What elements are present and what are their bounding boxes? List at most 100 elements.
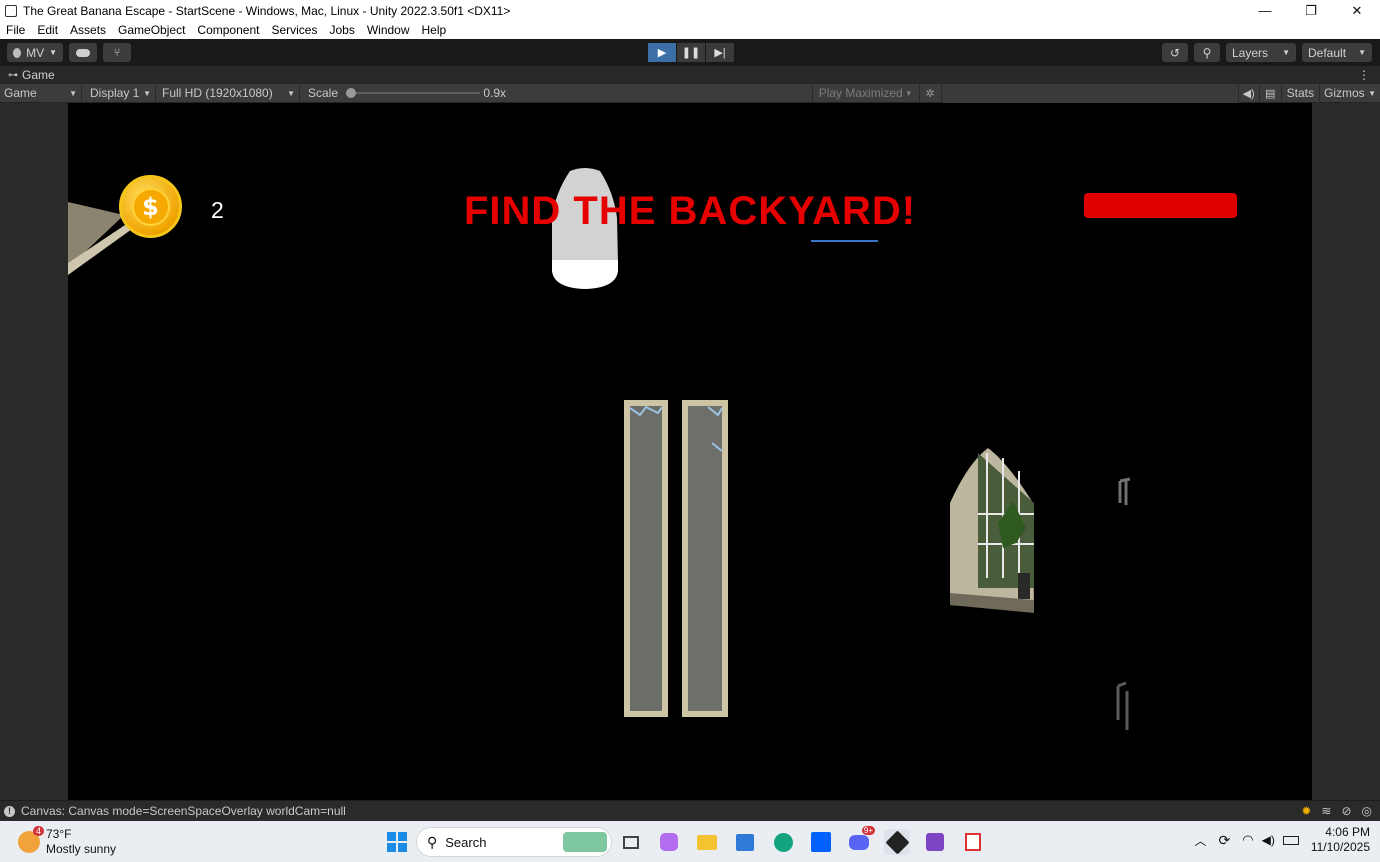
weather-condition: Mostly sunny <box>46 841 117 856</box>
menu-bar: File Edit Assets GameObject Component Se… <box>0 21 1380 39</box>
search-button[interactable]: ⚲ <box>1194 43 1220 62</box>
windows-taskbar: 4 73°F Mostly sunny ⚲ Search 9+ ︿ ⟳ ◠ ◀)… <box>0 821 1380 862</box>
lighting-icon[interactable]: ✹ <box>1301 804 1311 818</box>
scale-control: Scale 0.9x <box>300 84 510 103</box>
step-button[interactable]: ▶| <box>706 43 734 62</box>
pause-button[interactable]: ❚❚ <box>677 43 705 62</box>
layout-dropdown[interactable]: Default ▼ <box>1302 43 1372 62</box>
progress-icon[interactable]: ◎ <box>1362 804 1372 818</box>
play-button[interactable]: ▶ <box>648 43 676 62</box>
weather-temperature: 73°F <box>46 826 72 841</box>
chevron-down-icon: ▼ <box>1358 48 1366 57</box>
unity-taskbar-icon[interactable] <box>884 829 910 855</box>
main-toolbar: MV ▼ ⑂ ▶ ❚❚ ▶| ↺ ⚲ Layers ▼ Default ▼ <box>0 39 1380 66</box>
coin-count: 2 <box>211 197 224 223</box>
tab-game[interactable]: Game <box>22 68 55 82</box>
version-control-button[interactable]: ⑂ <box>103 43 131 62</box>
battery-icon[interactable] <box>1282 835 1299 845</box>
debug-button[interactable]: ✲ <box>920 83 942 103</box>
minimize-button[interactable]: — <box>1242 0 1288 21</box>
menu-edit[interactable]: Edit <box>31 23 64 37</box>
game-view-toolbar: Game ▼ Display 1 ▼ Full HD (1920x1080) ▼… <box>0 83 1380 103</box>
layers-dropdown[interactable]: Layers ▼ <box>1226 43 1296 62</box>
step-icon: ▶| <box>714 47 726 59</box>
discord-icon[interactable]: 9+ <box>846 826 875 855</box>
gizmos-label: Gizmos <box>1324 86 1365 100</box>
speaker-icon: ◀) <box>1242 87 1255 100</box>
menu-jobs[interactable]: Jobs <box>323 23 360 37</box>
scene-arched-window <box>950 448 1034 613</box>
wifi-icon[interactable]: ◠ <box>1242 832 1253 848</box>
chevron-down-icon: ▼ <box>1282 48 1290 57</box>
microsoft-store-icon[interactable] <box>732 829 758 855</box>
scale-slider[interactable] <box>346 88 481 98</box>
menu-help[interactable]: Help <box>416 23 453 37</box>
volume-icon[interactable]: ◀) <box>1262 833 1275 847</box>
chevron-down-icon: ▼ <box>49 48 57 57</box>
keyboard-icon: ▤ <box>1264 87 1276 100</box>
scale-value: 0.9x <box>483 86 506 100</box>
visual-studio-icon[interactable] <box>922 829 948 855</box>
search-icon: ⚲ <box>427 833 438 850</box>
menu-window[interactable]: Window <box>361 23 416 37</box>
weather-widget[interactable]: 4 73°F Mostly sunny <box>18 825 117 857</box>
stats-label: Stats <box>1286 86 1314 100</box>
window-titlebar: The Great Banana Escape - StartScene - W… <box>0 0 1380 21</box>
edge-icon[interactable] <box>770 829 796 855</box>
info-icon: ! <box>4 805 15 817</box>
menu-component[interactable]: Component <box>191 23 265 37</box>
taskbar-search-box[interactable]: ⚲ Search <box>416 827 612 857</box>
menu-services[interactable]: Services <box>265 23 323 37</box>
chevron-down-icon: ▼ <box>1368 88 1376 98</box>
cloud-button[interactable] <box>69 43 97 62</box>
chevron-down-icon: ▼ <box>143 88 151 98</box>
play-mode-dropdown[interactable]: Play Maximized ▼ <box>811 83 920 103</box>
clock[interactable]: 4:06 PM 11/10/2025 <box>1311 825 1370 855</box>
game-viewport[interactable]: $ 2 FIND THE BACKYARD! <box>68 103 1312 800</box>
windows-start-icon[interactable] <box>384 829 410 855</box>
debug-mode-icon[interactable]: ⊘ <box>1341 804 1351 818</box>
objective-text: FIND THE BACKYARD! <box>464 189 917 233</box>
view-dropdown[interactable]: Game ▼ <box>0 83 82 103</box>
undo-history-button[interactable]: ↺ <box>1162 43 1188 62</box>
copilot-icon[interactable] <box>656 829 682 855</box>
resolution-label: Full HD (1920x1080) <box>162 86 273 100</box>
display-dropdown[interactable]: Display 1 ▼ <box>82 83 156 103</box>
stats-button[interactable]: Stats <box>1282 83 1320 103</box>
game-tab-icon: ⊶ <box>8 69 18 81</box>
file-explorer-icon[interactable] <box>694 829 720 855</box>
display-label: Display 1 <box>90 86 140 100</box>
account-label: MV <box>26 45 45 60</box>
resolution-dropdown[interactable]: Full HD (1920x1080) ▼ <box>156 83 300 103</box>
tab-menu-icon[interactable]: ⋮ <box>1358 68 1370 82</box>
play-mode-label: Play Maximized <box>818 86 903 100</box>
chevron-up-icon[interactable]: ︿ <box>1195 832 1207 849</box>
maximize-button[interactable]: ❐ <box>1288 0 1334 21</box>
gizmos-dropdown[interactable]: Gizmos ▼ <box>1320 84 1380 103</box>
console-status-bar[interactable]: ! Canvas: Canvas mode=ScreenSpaceOverlay… <box>0 800 1380 821</box>
snipping-tool-icon[interactable] <box>960 829 986 855</box>
bug-icon: ✲ <box>925 87 935 100</box>
game-tab-bar: ⊶ Game ⋮ <box>0 66 1380 84</box>
sync-icon[interactable]: ⟳ <box>1219 832 1231 849</box>
play-controls: ▶ ❚❚ ▶| <box>648 43 735 62</box>
keyboard-shortcuts-button[interactable]: ▤ <box>1260 83 1282 103</box>
window-title: The Great Banana Escape - StartScene - W… <box>23 3 511 18</box>
search-highlight-icon <box>563 832 607 852</box>
health-bar <box>1084 193 1237 218</box>
account-dropdown[interactable]: MV ▼ <box>7 43 63 62</box>
menu-file[interactable]: File <box>0 23 31 37</box>
layout-label: Default <box>1308 45 1347 60</box>
pause-icon: ❚❚ <box>681 47 701 59</box>
cache-icon[interactable]: ≋ <box>1321 804 1331 818</box>
close-button[interactable]: ✕ <box>1334 0 1380 21</box>
dropbox-icon[interactable] <box>808 829 834 855</box>
audio-mute-button[interactable]: ◀) <box>1237 83 1260 103</box>
scale-slider-handle[interactable] <box>346 88 357 98</box>
scene-wall-handles <box>1116 477 1131 730</box>
menu-gameobject[interactable]: GameObject <box>112 23 191 37</box>
menu-assets[interactable]: Assets <box>64 23 112 37</box>
search-placeholder: Search <box>445 834 487 850</box>
discord-badge: 9+ <box>861 826 875 835</box>
task-view-icon[interactable] <box>618 829 644 855</box>
